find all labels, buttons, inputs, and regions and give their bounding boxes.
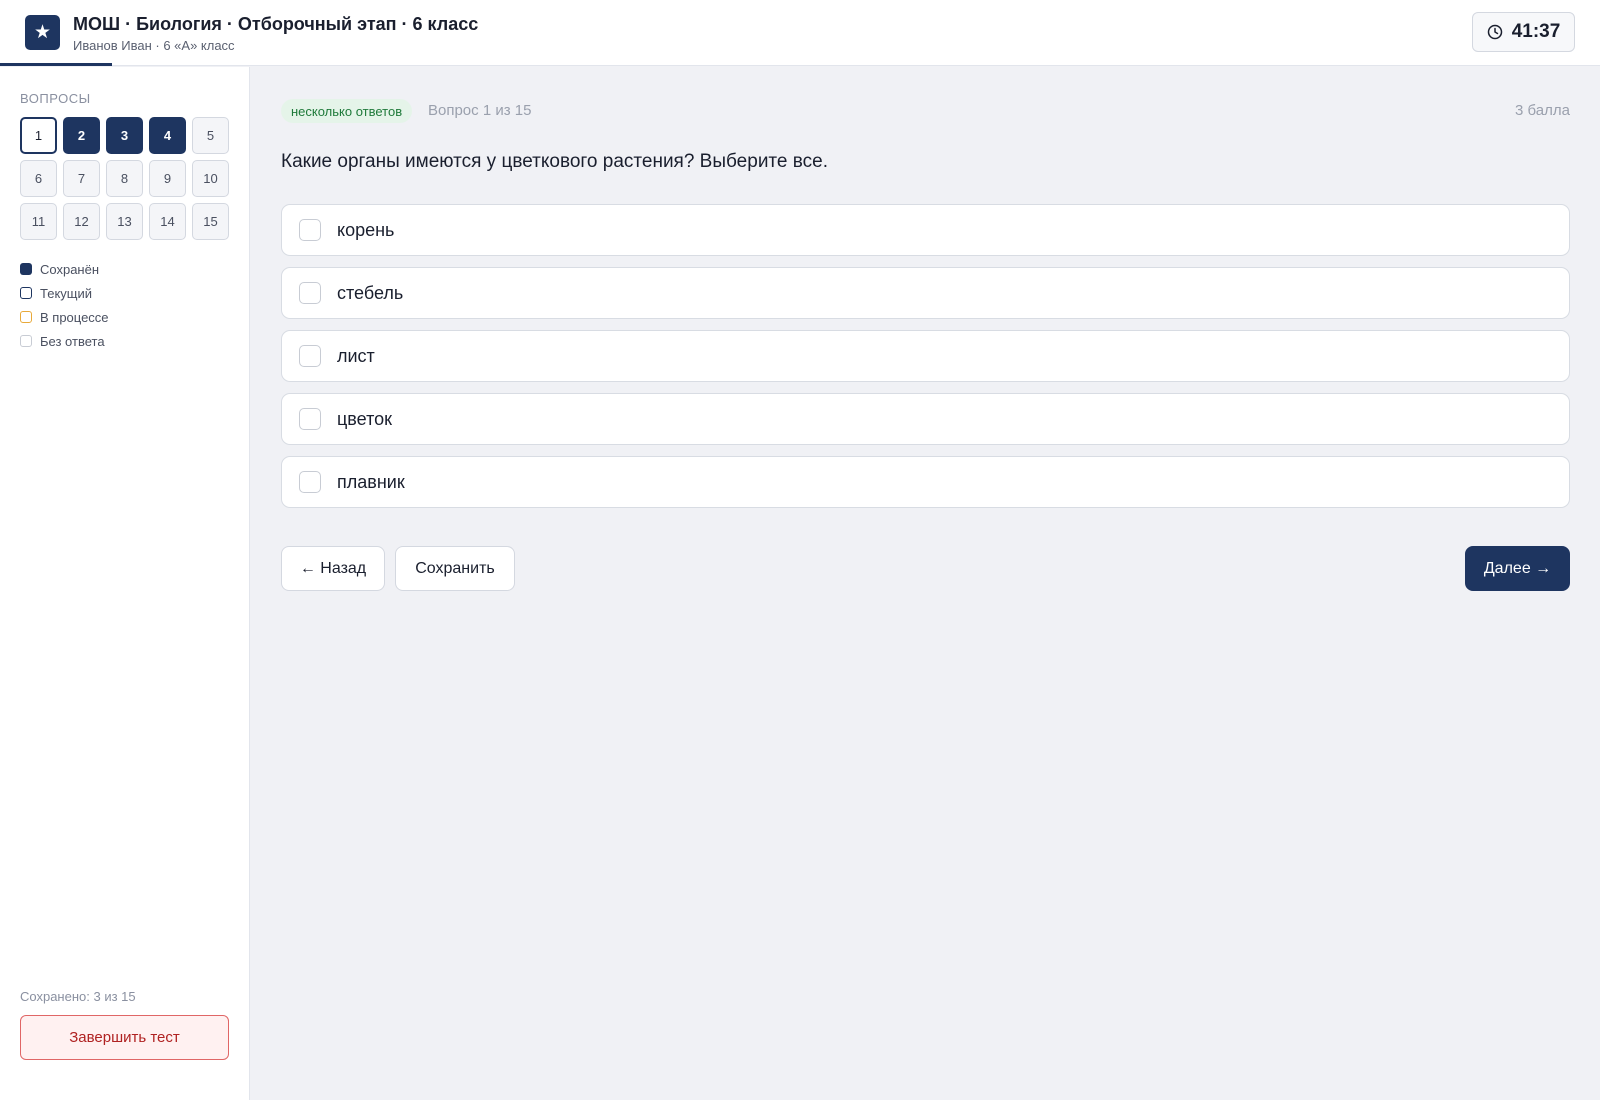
question-number: Вопрос 1 из 15 (428, 102, 532, 119)
sidebar: ВОПРОСЫ 1 2 3 4 5 6 7 8 9 10 11 12 13 14 15 Сохранён Те… (0, 67, 250, 1100)
finish-test-button[interactable]: Завершить тест (20, 1015, 229, 1060)
answer-option-label: лист (337, 345, 375, 366)
student-info: Иванов Иван · 6 «А» класс (73, 38, 235, 53)
question-type-badge: несколько ответов (281, 99, 413, 123)
question-nav-3[interactable]: 3 (106, 117, 143, 154)
answer-checkbox[interactable] (299, 471, 321, 493)
progress-bar (0, 63, 1600, 66)
legend-item-progress: В процессе (20, 305, 109, 329)
page-title: МОШ · Биология · Отборочный этап · 6 кла… (73, 14, 479, 34)
answer-option-label: цветок (337, 408, 393, 429)
answer-option[interactable]: лист (281, 330, 1570, 382)
question-nav-7[interactable]: 7 (63, 160, 100, 197)
answer-checkbox[interactable] (299, 345, 321, 367)
question-nav-8[interactable]: 8 (106, 160, 143, 197)
saved-count: Сохранено: 3 из 15 (20, 989, 136, 1004)
answer-checkbox[interactable] (299, 408, 321, 430)
answer-options: корень стебель лист цветок плавник (281, 204, 1570, 519)
answer-option-label: корень (337, 219, 395, 240)
answer-checkbox[interactable] (299, 282, 321, 304)
status-legend: Сохранён Текущий В процессе Без ответа (20, 257, 109, 353)
question-nav-10[interactable]: 10 (192, 160, 229, 197)
top-bar: ★ МОШ · Биология · Отборочный этап · 6 к… (0, 0, 1600, 66)
question-nav-2[interactable]: 2 (63, 117, 100, 154)
question-nav-11[interactable]: 11 (20, 203, 57, 240)
legend-label: Без ответа (40, 333, 105, 349)
star-icon: ★ (25, 15, 60, 50)
question-nav-14[interactable]: 14 (149, 203, 186, 240)
question-points: 3 балла (1515, 102, 1570, 119)
legend-item-current: Текущий (20, 281, 109, 305)
question-nav-1[interactable]: 1 (20, 117, 57, 154)
legend-swatch (20, 287, 32, 299)
question-nav-15[interactable]: 15 (192, 203, 229, 240)
legend-swatch (20, 311, 32, 323)
answer-option-label: плавник (337, 471, 405, 492)
question-nav-5[interactable]: 5 (192, 117, 229, 154)
answer-option[interactable]: стебель (281, 267, 1570, 319)
question-nav-13[interactable]: 13 (106, 203, 143, 240)
question-nav-4[interactable]: 4 (149, 117, 186, 154)
question-nav-6[interactable]: 6 (20, 160, 57, 197)
save-button[interactable]: Сохранить (395, 546, 515, 591)
question-navigator: 1 2 3 4 5 6 7 8 9 10 11 12 13 14 15 (20, 117, 229, 240)
legend-label: Текущий (40, 285, 92, 301)
legend-label: Сохранён (40, 261, 100, 277)
answer-option-label: стебель (337, 282, 404, 303)
next-button[interactable]: Далее → (1465, 546, 1570, 591)
question-nav-9[interactable]: 9 (149, 160, 186, 197)
back-button[interactable]: ← Назад (281, 546, 385, 591)
answer-option[interactable]: плавник (281, 456, 1570, 508)
questions-heading: ВОПРОСЫ (20, 91, 91, 106)
legend-item-none: Без ответа (20, 329, 109, 353)
legend-label: В процессе (40, 309, 109, 325)
question-nav-12[interactable]: 12 (63, 203, 100, 240)
timer: 41:37 (1472, 12, 1575, 52)
legend-swatch (20, 335, 32, 347)
answer-checkbox[interactable] (299, 219, 321, 241)
answer-option[interactable]: корень (281, 204, 1570, 256)
legend-item-saved: Сохранён (20, 257, 109, 281)
answer-option[interactable]: цветок (281, 393, 1570, 445)
progress-bar-fill (0, 63, 112, 66)
timer-value: 41:37 (1511, 21, 1561, 42)
clock-icon (1487, 24, 1502, 40)
question-text: Какие органы имеются у цветкового растен… (281, 151, 828, 172)
legend-swatch (20, 263, 32, 275)
